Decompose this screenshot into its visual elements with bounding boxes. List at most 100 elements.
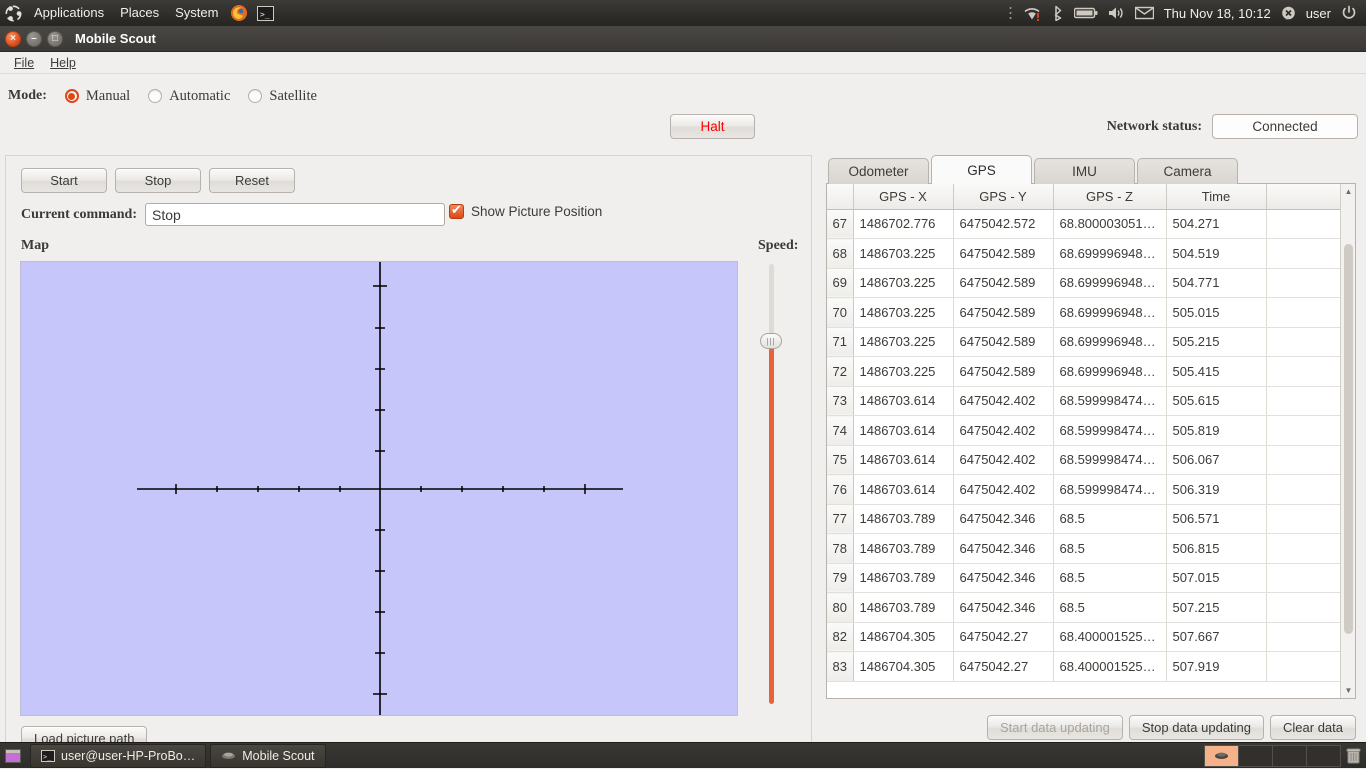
show-desktop-icon[interactable] (0, 743, 26, 769)
gps-table-scrollbar[interactable]: ▲ ▼ (1340, 184, 1355, 698)
menu-file[interactable]: File (6, 54, 42, 72)
table-row[interactable]: 80 1486703.789 6475042.346 68.5 507.215 (827, 592, 1340, 623)
cell-empty (1266, 622, 1340, 652)
col-index[interactable] (827, 184, 854, 210)
cell-gps-y: 6475042.346 (953, 563, 1054, 593)
scroll-up-arrow-icon[interactable]: ▲ (1343, 186, 1354, 197)
table-row[interactable]: 68 1486703.225 6475042.589 68.699996948… 504… (827, 238, 1340, 269)
table-row[interactable]: 70 1486703.225 6475042.589 68.699996948… 505… (827, 297, 1340, 328)
bluetooth-icon[interactable] (1052, 5, 1064, 21)
stop-data-updating-button[interactable]: Stop data updating (1128, 715, 1265, 740)
indicator-applet-icon[interactable] (1008, 6, 1013, 20)
cell-index: 67 (827, 209, 854, 239)
mail-icon[interactable] (1134, 6, 1154, 20)
col-time[interactable]: Time (1166, 184, 1267, 210)
tab-gps[interactable]: GPS (931, 155, 1032, 184)
halt-button[interactable]: Halt (670, 114, 755, 139)
table-row[interactable]: 77 1486703.789 6475042.346 68.5 506.571 (827, 504, 1340, 534)
window-title: Mobile Scout (75, 31, 156, 46)
table-row[interactable]: 78 1486703.789 6475042.346 68.5 506.815 (827, 533, 1340, 564)
table-row[interactable]: 67 1486702.776 6475042.572 68.800003051… 504… (827, 209, 1340, 239)
table-row[interactable]: 79 1486703.789 6475042.346 68.5 507.015 (827, 563, 1340, 593)
radio-automatic[interactable] (148, 89, 163, 103)
cell-index: 68 (827, 238, 854, 269)
cell-gps-z: 68.5 (1053, 592, 1167, 623)
workspace-2[interactable] (1238, 744, 1273, 767)
radio-satellite-label[interactable]: Satellite (269, 88, 317, 105)
taskbar-item-mobile-scout[interactable]: Mobile Scout (210, 743, 326, 768)
start-data-updating-button[interactable]: Start data updating (987, 715, 1123, 740)
cell-gps-x: 1486704.305 (853, 651, 954, 682)
col-gps-z[interactable]: GPS - Z (1053, 184, 1167, 210)
start-button[interactable]: Start (21, 168, 107, 193)
taskbar-item-terminal[interactable]: >_ user@user-HP-ProBo… (30, 743, 207, 768)
table-row[interactable]: 75 1486703.614 6475042.402 68.599998474… 506… (827, 445, 1340, 475)
window-minimize-button[interactable]: – (26, 30, 42, 47)
tab-odometer[interactable]: Odometer (828, 158, 929, 184)
reset-button[interactable]: Reset (209, 168, 295, 193)
show-picture-position-checkbox[interactable] (449, 202, 464, 219)
table-row[interactable]: 69 1486703.225 6475042.589 68.699996948… 504… (827, 268, 1340, 298)
taskbar-item-mobile-scout-label: Mobile Scout (242, 748, 315, 763)
panel-menu-places[interactable]: Places (112, 0, 167, 26)
trash-icon[interactable] (1340, 747, 1366, 764)
table-row[interactable]: 73 1486703.614 6475042.402 68.599998474… 505… (827, 386, 1340, 416)
speed-slider-handle[interactable]: ||| (760, 333, 782, 349)
col-gps-x[interactable]: GPS - X (853, 184, 954, 210)
cell-gps-z: 68.599998474… (1053, 445, 1167, 475)
panel-username[interactable]: user (1306, 6, 1331, 21)
window-close-button[interactable]: × (5, 30, 21, 47)
terminal-icon[interactable]: >_ (252, 2, 278, 24)
radio-manual-label[interactable]: Manual (86, 88, 130, 105)
radio-satellite[interactable] (248, 89, 263, 103)
scrollbar-thumb[interactable] (1344, 244, 1353, 634)
gps-table: GPS - X GPS - Y GPS - Z Time 67 1486702.7… (827, 184, 1340, 682)
show-picture-position-checkbox-row[interactable]: Show Picture Position (449, 202, 602, 219)
panel-menu-system[interactable]: System (167, 0, 226, 26)
tab-imu[interactable]: IMU (1034, 158, 1135, 184)
cell-empty (1266, 238, 1340, 269)
cell-gps-z: 68.599998474… (1053, 474, 1167, 505)
user-status-icon[interactable] (1281, 6, 1296, 21)
stop-button[interactable]: Stop (115, 168, 201, 193)
cell-index: 74 (827, 415, 854, 446)
radio-automatic-label[interactable]: Automatic (169, 88, 230, 105)
table-row[interactable]: 71 1486703.225 6475042.589 68.699996948… 505… (827, 327, 1340, 357)
volume-icon[interactable] (1108, 6, 1125, 20)
col-empty[interactable] (1266, 184, 1340, 210)
cell-gps-z: 68.5 (1053, 533, 1167, 564)
cell-gps-y: 6475042.589 (953, 327, 1054, 357)
cell-time: 506.067 (1166, 445, 1267, 475)
wifi-alert-icon[interactable] (1023, 6, 1042, 21)
radio-manual[interactable] (64, 89, 79, 103)
menu-help[interactable]: Help (42, 54, 84, 72)
cell-empty (1266, 268, 1340, 298)
workspace-3[interactable] (1272, 744, 1307, 767)
cell-gps-y: 6475042.402 (953, 445, 1054, 475)
scroll-down-arrow-icon[interactable]: ▼ (1343, 685, 1354, 696)
window-maximize-button[interactable]: □ (47, 30, 63, 47)
col-gps-y[interactable]: GPS - Y (953, 184, 1054, 210)
tab-camera[interactable]: Camera (1137, 158, 1238, 184)
table-row[interactable]: 72 1486703.225 6475042.589 68.699996948… 505… (827, 356, 1340, 387)
current-command-input[interactable]: Stop (145, 203, 446, 226)
cell-index: 76 (827, 474, 854, 505)
battery-icon[interactable] (1073, 6, 1098, 20)
ubuntu-logo-icon[interactable] (0, 5, 26, 22)
speed-slider-track[interactable] (769, 264, 774, 704)
power-icon[interactable] (1341, 5, 1357, 21)
table-row[interactable]: 83 1486704.305 6475042.27 68.400001525… 507.… (827, 651, 1340, 682)
table-row[interactable]: 76 1486703.614 6475042.402 68.599998474… 506… (827, 474, 1340, 505)
window-titlebar[interactable]: × – □ Mobile Scout (0, 26, 1366, 52)
clear-data-button[interactable]: Clear data (1270, 715, 1356, 740)
cell-gps-y: 6475042.27 (953, 622, 1054, 652)
panel-clock[interactable]: Thu Nov 18, 10:12 (1164, 6, 1271, 21)
table-row[interactable]: 82 1486704.305 6475042.27 68.400001525… 507.… (827, 622, 1340, 652)
workspace-4[interactable] (1306, 744, 1341, 767)
table-row[interactable]: 74 1486703.614 6475042.402 68.599998474… 505… (827, 415, 1340, 446)
firefox-icon[interactable] (226, 2, 252, 24)
panel-menu-applications[interactable]: Applications (26, 0, 112, 26)
menu-file-label: File (14, 55, 35, 70)
workspace-1[interactable] (1204, 744, 1239, 767)
map-canvas[interactable] (20, 261, 738, 716)
